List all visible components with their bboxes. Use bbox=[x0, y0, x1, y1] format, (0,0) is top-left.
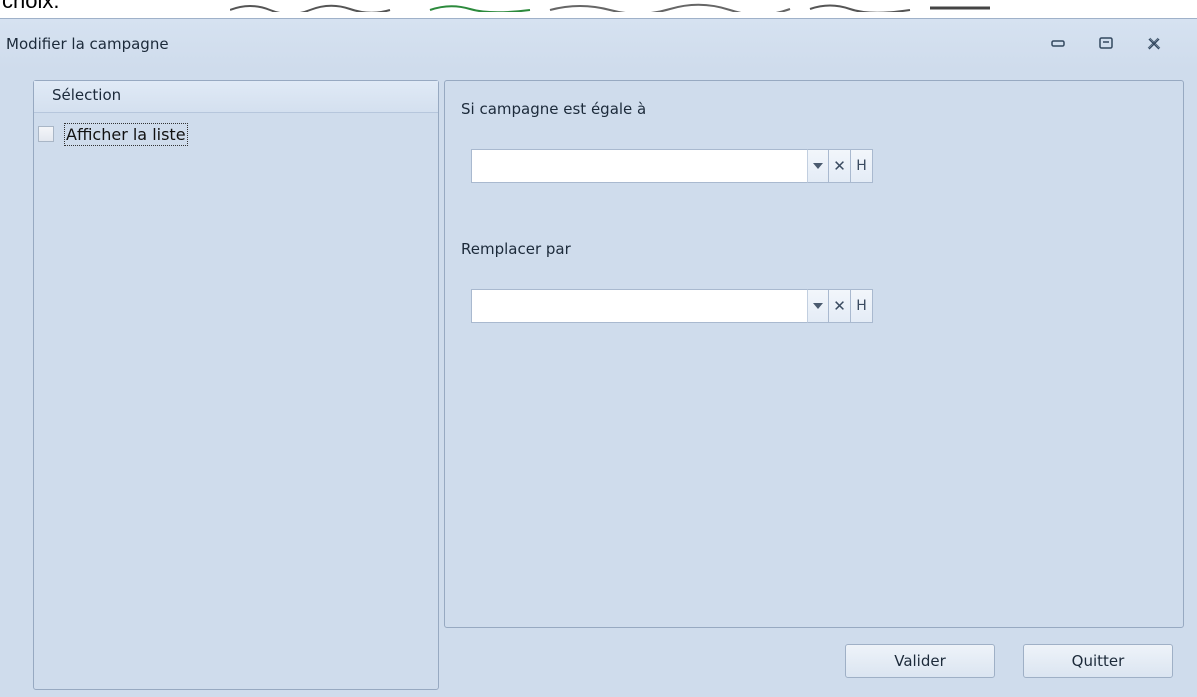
campaign-equals-combo: ✕ H bbox=[471, 149, 873, 183]
criteria-panel: Si campagne est égale à ✕ H Remplacer pa… bbox=[444, 80, 1184, 628]
restore-icon bbox=[1099, 37, 1113, 49]
window-title: Modifier la campagne bbox=[6, 35, 169, 53]
quit-button[interactable]: Quitter bbox=[1023, 644, 1173, 678]
clear-button[interactable]: ✕ bbox=[829, 289, 851, 323]
history-icon: H bbox=[856, 158, 867, 174]
history-button[interactable]: H bbox=[851, 289, 873, 323]
replace-with-combo: ✕ H bbox=[471, 289, 873, 323]
show-list-label[interactable]: Afficher la liste bbox=[64, 122, 188, 146]
show-list-option[interactable]: Afficher la liste bbox=[38, 122, 188, 146]
selection-header-label: Sélection bbox=[52, 86, 122, 104]
replace-with-input[interactable] bbox=[471, 289, 807, 323]
validate-button[interactable]: Valider bbox=[845, 644, 995, 678]
campaign-equals-input[interactable] bbox=[471, 149, 807, 183]
page: choix. Modifier la campagne Sélection Af… bbox=[0, 0, 1197, 697]
clear-icon: ✕ bbox=[833, 297, 846, 315]
show-list-checkbox[interactable] bbox=[38, 126, 54, 142]
minimize-button[interactable] bbox=[1043, 29, 1073, 59]
maximize-button[interactable] bbox=[1091, 29, 1121, 59]
history-button[interactable]: H bbox=[851, 149, 873, 183]
dropdown-button[interactable] bbox=[807, 289, 829, 323]
clear-icon: ✕ bbox=[833, 157, 846, 175]
clear-button[interactable]: ✕ bbox=[829, 149, 851, 183]
title-bar: Modifier la campagne bbox=[0, 19, 1197, 69]
page-text-fragment: choix. bbox=[2, 0, 60, 13]
history-icon: H bbox=[856, 298, 867, 314]
campaign-equals-label: Si campagne est égale à bbox=[461, 100, 647, 118]
close-icon bbox=[1147, 37, 1161, 50]
close-button[interactable] bbox=[1139, 29, 1169, 59]
selection-panel: Sélection Afficher la liste bbox=[33, 80, 439, 690]
decorative-scribble bbox=[230, 3, 990, 12]
dropdown-button[interactable] bbox=[807, 149, 829, 183]
selection-panel-header: Sélection bbox=[34, 81, 438, 113]
dialog-window: Modifier la campagne Sélection Afficher … bbox=[0, 18, 1197, 697]
replace-with-label: Remplacer par bbox=[461, 240, 571, 258]
dropdown-arrow-icon bbox=[813, 303, 823, 309]
minimize-icon bbox=[1051, 40, 1065, 47]
dropdown-arrow-icon bbox=[813, 163, 823, 169]
